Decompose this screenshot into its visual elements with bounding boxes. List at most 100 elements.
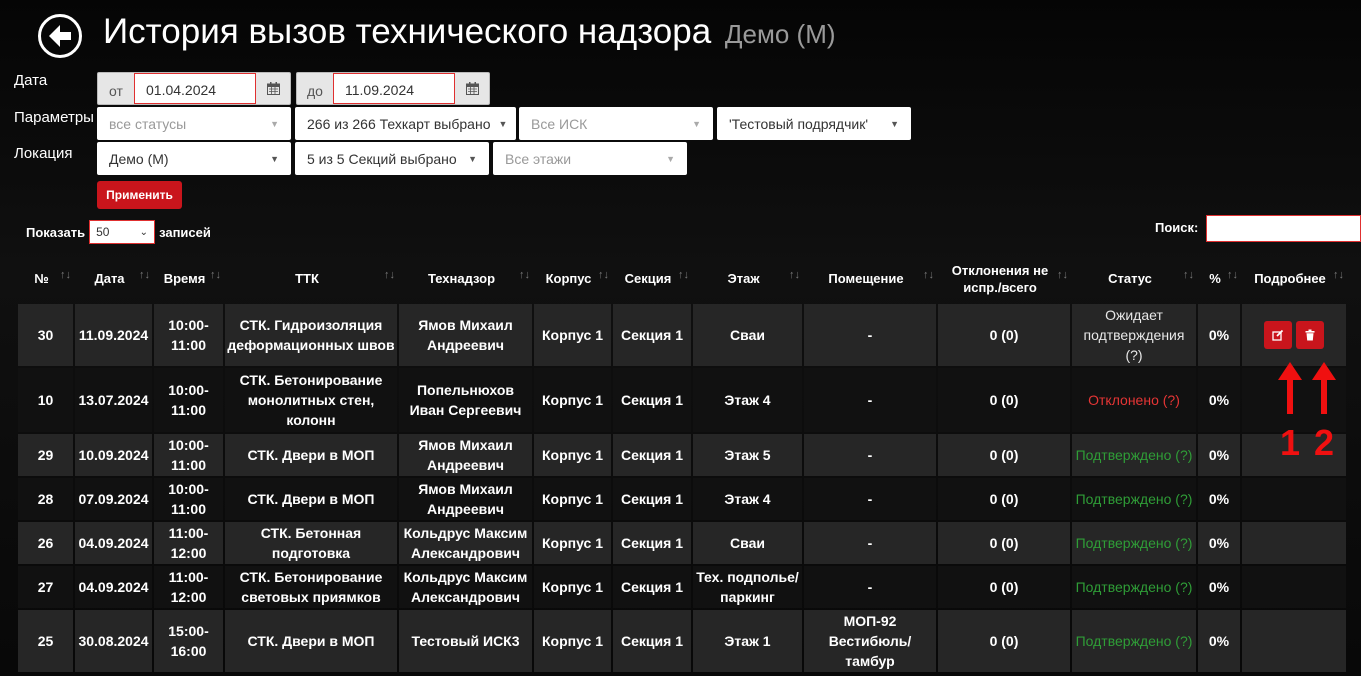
sort-icon[interactable]: ↑↓ (384, 267, 395, 284)
params-label: Параметры (14, 109, 94, 126)
column-header[interactable]: Секция ↑↓ (613, 255, 691, 302)
column-header[interactable]: Статус ↑↓ (1072, 255, 1196, 302)
cell-floor: Сваи (693, 522, 802, 564)
page-size-value: 50 (96, 225, 110, 239)
table-row[interactable]: 26 04.09.2024 11:00-12:00 СТК. Бетонная под… (18, 522, 1346, 564)
column-header[interactable]: Отклонения не испр./всего ↑↓ (938, 255, 1070, 302)
floors-select[interactable]: Все этажи ▼ (493, 142, 687, 175)
cell-id: 29 (18, 434, 73, 476)
date-from-input[interactable]: 01.04.2024 (134, 73, 256, 104)
chevron-down-icon: ▼ (468, 153, 477, 164)
chevron-down-icon: ▼ (692, 118, 701, 129)
apply-button[interactable]: Применить (97, 181, 182, 209)
cell-section: Секция 1 (613, 478, 691, 520)
cell-building: Корпус 1 (534, 566, 611, 608)
calendar-icon[interactable] (256, 73, 290, 104)
calendar-icon[interactable] (455, 73, 489, 104)
calls-table: № ↑↓ Дата ↑↓ Время ↑↓ ТТК ↑↓ Технадзор ↑↓ Корпус ↑↓… (16, 253, 1348, 674)
techcards-select[interactable]: 266 из 266 Техкарт выбрано ▼ (295, 107, 516, 140)
table-row[interactable]: 30 11.09.2024 10:00-11:00 СТК. Гидроизоляци… (18, 304, 1346, 366)
cell-deviations: 0 (0) (938, 566, 1070, 608)
delete-button[interactable] (1296, 321, 1324, 349)
sort-icon[interactable]: ↑↓ (1057, 267, 1068, 284)
cell-id: 27 (18, 566, 73, 608)
cell-percent: 0% (1198, 522, 1240, 564)
cell-building: Корпус 1 (534, 368, 611, 432)
sort-icon[interactable]: ↑↓ (519, 267, 530, 284)
cell-room: - (804, 566, 936, 608)
sort-icon[interactable]: ↑↓ (923, 267, 934, 284)
cell-deviations: 0 (0) (938, 304, 1070, 366)
sort-icon[interactable]: ↑↓ (1333, 267, 1344, 284)
back-button[interactable] (38, 14, 82, 58)
page-title-text: История вызов технического надзора (103, 12, 712, 51)
cell-status: Отклонено (?) (1072, 368, 1196, 432)
table-row[interactable]: 28 07.09.2024 10:00-11:00 СТК. Двери в МОП Я… (18, 478, 1346, 520)
sort-icon[interactable]: ↑↓ (60, 267, 71, 284)
cell-section: Секция 1 (613, 522, 691, 564)
sort-icon[interactable]: ↑↓ (1227, 267, 1238, 284)
date-to-input[interactable]: 11.09.2024 (333, 73, 455, 104)
column-header[interactable]: Время ↑↓ (154, 255, 223, 302)
column-header-label: Статус (1108, 271, 1152, 286)
chevron-down-icon: ▼ (270, 153, 279, 164)
cell-date: 13.07.2024 (75, 368, 152, 432)
annotation-arrowhead-2 (1312, 362, 1336, 380)
annotation-label-2: 2 (1314, 422, 1335, 463)
sort-icon[interactable]: ↑↓ (789, 267, 800, 284)
cell-floor: Этаж 4 (693, 368, 802, 432)
column-header[interactable]: Подробнее ↑↓ (1242, 255, 1346, 302)
column-header[interactable]: Корпус ↑↓ (534, 255, 611, 302)
isk-select[interactable]: Все ИСК ▼ (519, 107, 713, 140)
column-header-label: Подробнее (1254, 271, 1326, 286)
cell-status: Подтверждено (?) (1072, 434, 1196, 476)
search-input[interactable] (1206, 215, 1361, 242)
chevron-down-icon: ▼ (890, 118, 899, 129)
cell-inspector: Тестовый ИСК3 (399, 610, 532, 672)
annotation-label-1: 1 (1280, 422, 1301, 463)
cell-room: - (804, 304, 936, 366)
location-select[interactable]: Демо (М) ▼ (97, 142, 291, 175)
location-select-value: Демо (М) (109, 150, 169, 167)
cell-inspector: Ямов Михаил Андреевич (399, 434, 532, 476)
cell-time: 11:00-12:00 (154, 566, 223, 608)
table-row[interactable]: 29 10.09.2024 10:00-11:00 СТК. Двери в МОП Я… (18, 434, 1346, 476)
column-header[interactable]: Этаж ↑↓ (693, 255, 802, 302)
column-header[interactable]: Технадзор ↑↓ (399, 255, 532, 302)
page-size-control: Показать 50 ⌄ записей (26, 220, 211, 244)
sort-icon[interactable]: ↑↓ (598, 267, 609, 284)
cell-deviations: 0 (0) (938, 368, 1070, 432)
cell-ttk: СТК. Бетонирование световых приямков (225, 566, 397, 608)
page-size-select[interactable]: 50 ⌄ (89, 220, 156, 244)
status-select[interactable]: все статусы ▼ (97, 107, 291, 140)
table-row[interactable]: 25 30.08.2024 15:00-16:00 СТК. Двери в МОП Т… (18, 610, 1346, 672)
cell-time: 10:00-11:00 (154, 368, 223, 432)
cell-percent: 0% (1198, 304, 1240, 366)
cell-section: Секция 1 (613, 566, 691, 608)
column-header[interactable]: Дата ↑↓ (75, 255, 152, 302)
column-header[interactable]: ТТК ↑↓ (225, 255, 397, 302)
page-subtitle: Демо (М) (724, 19, 836, 49)
cell-floor: Сваи (693, 304, 802, 366)
table-row[interactable]: 10 13.07.2024 10:00-11:00 СТК. Бетонировани… (18, 368, 1346, 432)
sort-icon[interactable]: ↑↓ (678, 267, 689, 284)
column-header[interactable]: № ↑↓ (18, 255, 73, 302)
column-header[interactable]: Помещение ↑↓ (804, 255, 936, 302)
cell-percent: 0% (1198, 566, 1240, 608)
sort-icon[interactable]: ↑↓ (1183, 267, 1194, 284)
edit-icon (1272, 329, 1284, 341)
sort-icon[interactable]: ↑↓ (210, 267, 221, 284)
cell-actions (1242, 566, 1346, 608)
cell-floor: Этаж 1 (693, 610, 802, 672)
table-row[interactable]: 27 04.09.2024 11:00-12:00 СТК. Бетонировани… (18, 566, 1346, 608)
sections-select-value: 5 из 5 Секций выбрано (307, 150, 457, 167)
edit-button[interactable] (1264, 321, 1292, 349)
sections-select[interactable]: 5 из 5 Секций выбрано ▼ (295, 142, 489, 175)
sort-icon[interactable]: ↑↓ (139, 267, 150, 284)
cell-date: 04.09.2024 (75, 522, 152, 564)
contractor-select[interactable]: 'Тестовый подрядчик' ▼ (717, 107, 911, 140)
column-header-label: ТТК (295, 271, 319, 286)
cell-deviations: 0 (0) (938, 478, 1070, 520)
cell-floor: Этаж 5 (693, 434, 802, 476)
column-header[interactable]: % ↑↓ (1198, 255, 1240, 302)
